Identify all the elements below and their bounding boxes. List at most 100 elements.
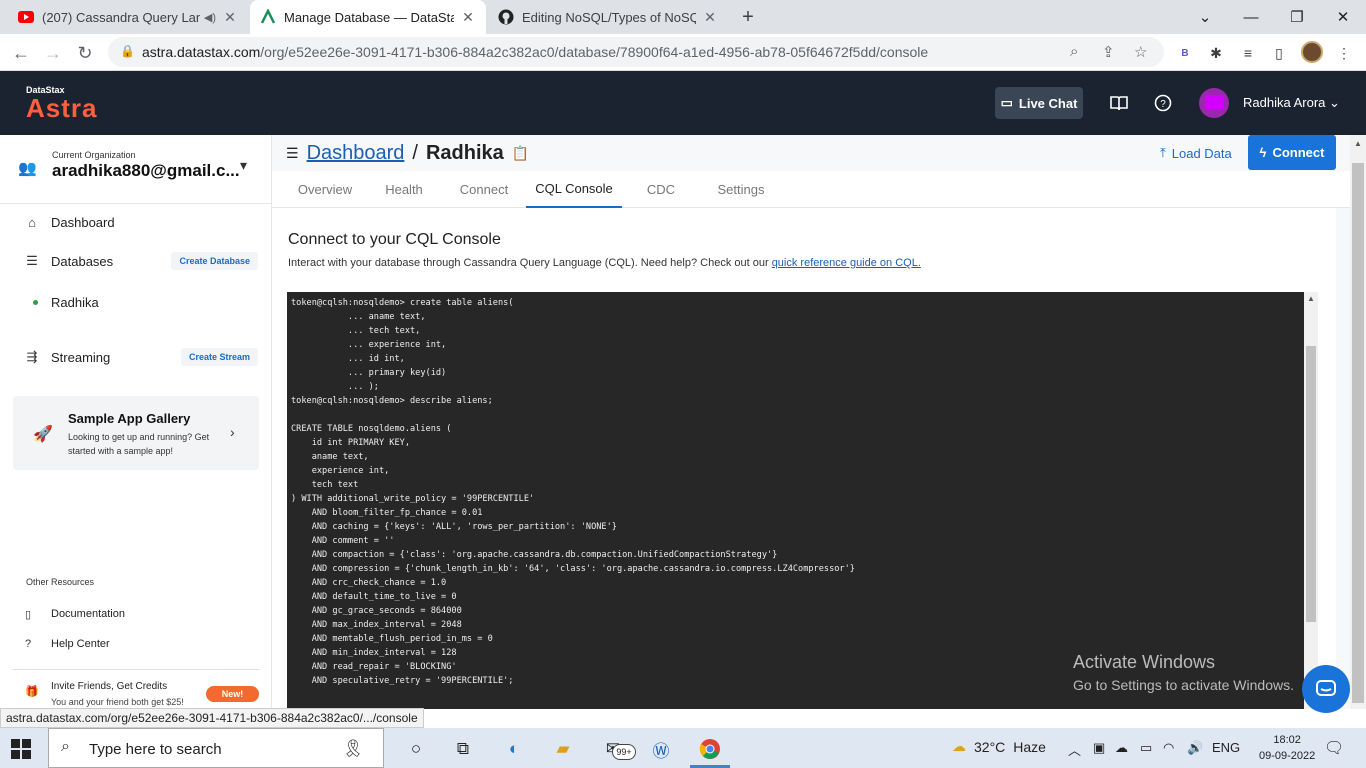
gift-icon: 🎁 [25, 686, 39, 698]
lock-icon[interactable]: 🔒 [120, 44, 135, 58]
sidebar-item-radhika[interactable]: Radhika [0, 287, 271, 317]
browser-tab-youtube[interactable]: (207) Cassandra Query Langu ◀) ✕ [8, 0, 248, 34]
restore-icon[interactable]: ❐ [1274, 0, 1320, 34]
forward-icon[interactable]: → [40, 40, 66, 66]
close-tab-icon[interactable]: ✕ [702, 9, 718, 26]
user-avatar[interactable] [1199, 88, 1229, 118]
volume-icon[interactable]: 🔊 [1187, 740, 1203, 756]
lightning-icon: ϟ [1259, 145, 1267, 160]
taskbar-clock[interactable]: 18:02 09-09-2022 [1259, 732, 1315, 764]
connect-button[interactable]: ϟ Connect [1248, 135, 1336, 170]
usb-icon[interactable]: ▣ [1093, 740, 1105, 756]
media-queue-icon[interactable]: ≡ [1237, 42, 1259, 64]
address-bar[interactable]: 🔒 astra.datastax.com/org/e52ee26e-3091-4… [108, 37, 1164, 67]
cql-reference-link[interactable]: quick reference guide on CQL. [772, 257, 921, 269]
zoom-search-icon[interactable]: ⌕ [1070, 43, 1078, 60]
activate-windows-title: Activate Windows [1073, 652, 1216, 672]
browser-tab-title: Editing NoSQL/Types of NoSQL a [522, 9, 696, 25]
close-tab-icon[interactable]: ✕ [222, 9, 238, 26]
status-dot-icon [33, 299, 38, 305]
tab-overview[interactable]: Overview [290, 171, 360, 208]
url-text[interactable]: astra.datastax.com/org/e52ee26e-3091-417… [142, 44, 928, 60]
bookmark-star-icon[interactable]: ☆ [1134, 43, 1147, 61]
breadcrumb-dashboard-link[interactable]: Dashboard [307, 142, 405, 165]
org-selector[interactable]: aradhika880@gmail.c... [52, 161, 240, 181]
database-icon: ☰ [26, 253, 38, 268]
scroll-up-icon[interactable]: ▲ [1307, 294, 1315, 303]
notification-icon[interactable]: 🗨 [1324, 738, 1344, 758]
audio-icon[interactable]: ◀) [204, 11, 216, 24]
page-scrollbar[interactable]: ▲ [1350, 135, 1366, 709]
invite-subtitle: You and your friend both get $25! [51, 697, 184, 707]
sidebar-item-dashboard[interactable]: ⌂ Dashboard [0, 207, 271, 237]
browser-profile-avatar[interactable] [1301, 41, 1323, 63]
sample-app-gallery-card[interactable]: 🚀 Sample App Gallery Looking to get up a… [13, 396, 259, 470]
clock-date: 09-09-2022 [1259, 750, 1316, 762]
chrome-icon[interactable] [697, 736, 723, 762]
edge-icon[interactable]: ◐ [501, 736, 527, 762]
activate-windows-subtitle: Go to Settings to activate Windows. [1073, 677, 1294, 693]
breadcrumb: ☰ Dashboard / Radhika 📋 [286, 142, 529, 165]
task-view-icon[interactable]: ⧉ [450, 736, 476, 762]
chat-bubble-button[interactable] [1302, 665, 1350, 713]
logo-astra[interactable]: Astra [26, 93, 97, 124]
battery-icon[interactable]: ▭ [1140, 740, 1152, 756]
help-icon[interactable]: ? [1152, 92, 1174, 114]
upload-icon: ⤒ [1160, 145, 1166, 160]
weather-widget[interactable]: ☁ 32°C Haze [952, 738, 1046, 755]
app-w-icon[interactable]: Ⓦ [648, 736, 674, 762]
new-tab-button[interactable]: + [738, 5, 758, 29]
tab-health[interactable]: Health [376, 171, 432, 208]
side-panel-icon[interactable]: ▯ [1268, 42, 1290, 64]
console-scroll-thumb[interactable] [1306, 346, 1316, 622]
database-tabs: Overview Health Connect CQL Console CDC … [272, 171, 1350, 208]
browser-menu-icon[interactable]: ⋮ [1333, 42, 1355, 64]
close-tab-icon[interactable]: ✕ [460, 9, 476, 26]
tab-settings[interactable]: Settings [708, 171, 774, 208]
docs-book-icon[interactable] [1108, 92, 1130, 114]
cortana-icon[interactable]: ○ [403, 736, 429, 762]
taskbar-search-box[interactable]: ⌕ Type here to search [48, 728, 384, 768]
sidebar-item-streaming[interactable]: ⇶ Streaming Create Stream [0, 342, 271, 372]
tab-cdc[interactable]: CDC [640, 171, 682, 208]
page-scroll-thumb[interactable] [1352, 163, 1364, 703]
tab-cql-console[interactable]: CQL Console [526, 171, 622, 208]
cloud-icon[interactable]: ☁ [1115, 740, 1128, 756]
chevron-up-icon[interactable]: ︿ [1068, 740, 1081, 759]
panel-subtitle: Interact with your database through Cass… [288, 257, 921, 269]
share-icon[interactable]: ⇪ [1102, 43, 1115, 61]
load-data-button[interactable]: ⤒ Load Data [1160, 145, 1232, 161]
wifi-icon[interactable]: ◠ [1163, 740, 1174, 756]
cql-console-terminal[interactable]: token@cqlsh:nosqldemo> create table alie… [287, 292, 1317, 709]
create-database-button[interactable]: Create Database [171, 252, 258, 270]
load-data-label: Load Data [1171, 145, 1232, 161]
copy-icon[interactable]: 📋 [512, 145, 529, 162]
windows-start-icon[interactable] [10, 738, 32, 760]
browser-tab-github[interactable]: Editing NoSQL/Types of NoSQL a ✕ [488, 0, 728, 34]
language-indicator[interactable]: ENG [1212, 740, 1240, 755]
tab-connect[interactable]: Connect [452, 171, 516, 208]
main-content: ☰ Dashboard / Radhika 📋 ⤒ Load Data ϟ Co… [272, 135, 1350, 709]
file-explorer-icon[interactable]: ▰ [550, 736, 576, 762]
scroll-up-icon[interactable]: ▲ [1354, 139, 1362, 148]
documentation-link[interactable]: ▯ Documentation [0, 604, 271, 624]
live-chat-button[interactable]: ▭ Live Chat [995, 87, 1083, 119]
extension-b-icon[interactable]: B [1174, 42, 1196, 64]
sidebar-item-databases[interactable]: ☰ Databases Create Database [0, 246, 271, 276]
ribbon-icon[interactable]: 🎗 [340, 736, 366, 762]
create-stream-button[interactable]: Create Stream [180, 348, 258, 366]
user-menu[interactable]: Radhika Arora ⌄ [1243, 95, 1340, 111]
close-window-icon[interactable]: ✕ [1320, 0, 1366, 34]
search-icon: ⌕ [61, 738, 70, 755]
reload-icon[interactable]: ↻ [72, 40, 98, 66]
help-center-link[interactable]: ? Help Center [0, 634, 271, 654]
back-icon[interactable]: ← [8, 40, 34, 66]
extensions-puzzle-icon[interactable]: ✱ [1205, 42, 1227, 64]
browser-tab-astra[interactable]: Manage Database — DataStax A ✕ [250, 0, 486, 34]
resource-label: Documentation [51, 608, 125, 620]
minimize-icon[interactable]: — [1228, 0, 1274, 34]
invite-friends-link[interactable]: Invite Friends, Get Credits [51, 681, 167, 692]
console-scrollbar[interactable]: ▲ [1304, 292, 1318, 709]
tab-search-icon[interactable]: ⌄ [1182, 0, 1228, 34]
chevron-down-icon[interactable]: ▾ [240, 157, 247, 174]
